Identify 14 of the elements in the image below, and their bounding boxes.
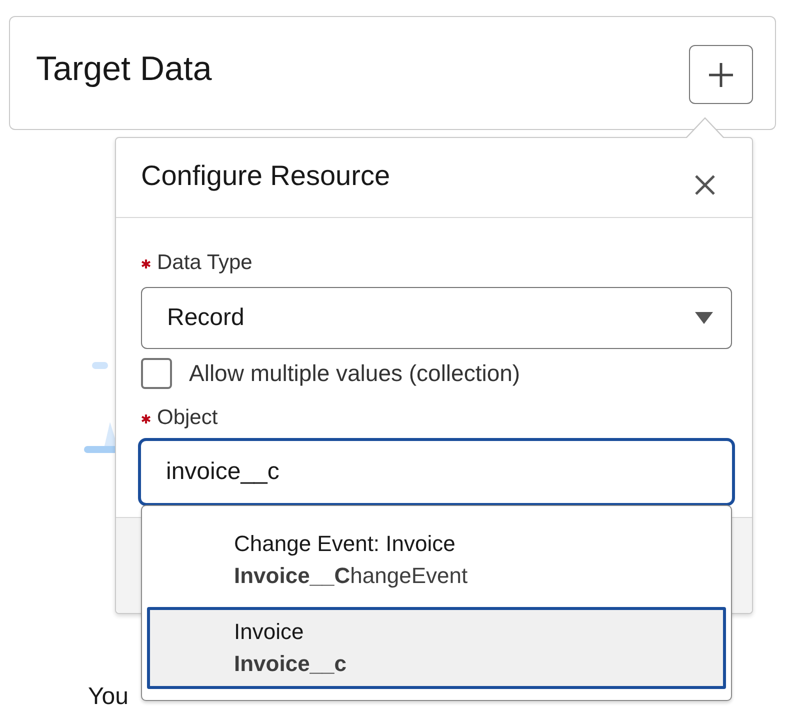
plus-icon — [708, 62, 734, 88]
dropdown-caret-icon — [695, 312, 713, 324]
field-label: Object — [157, 404, 218, 431]
dropdown-option[interactable]: Change Event: Invoice Invoice__ChangeEvent — [147, 519, 726, 601]
add-button[interactable] — [689, 45, 753, 104]
checkbox[interactable] — [141, 358, 172, 389]
empty-message: You — [88, 682, 128, 712]
field-label: Data Type — [157, 250, 252, 276]
card-title: Target Data — [36, 49, 212, 90]
popover-title: Configure Resource — [141, 158, 390, 193]
dropdown-option[interactable]: Invoice Invoice__c — [147, 607, 726, 689]
close-icon — [694, 174, 716, 196]
checkbox-label: Allow multiple values (collection) — [189, 359, 520, 388]
data-type-select[interactable]: Record — [141, 287, 732, 349]
